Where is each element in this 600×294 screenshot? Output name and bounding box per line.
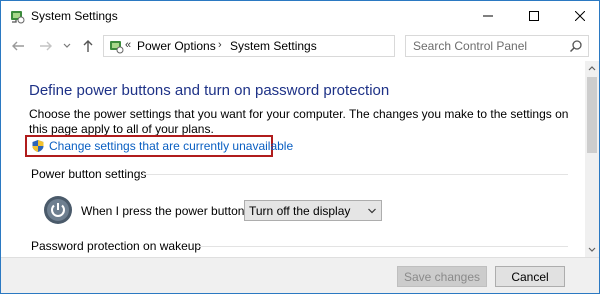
up-button[interactable] xyxy=(79,37,97,55)
maximize-button[interactable] xyxy=(511,1,557,31)
power-options-icon xyxy=(110,41,124,54)
page-description: Choose the power settings that you want … xyxy=(29,107,569,136)
power-button-action-select[interactable]: Turn off the display xyxy=(244,200,382,221)
system-settings-window: System Settings « Power Options › System… xyxy=(0,0,600,294)
scroll-down-button[interactable] xyxy=(585,243,599,257)
search-placeholder: Search Control Panel xyxy=(413,39,528,53)
power-button-icon xyxy=(44,196,72,224)
scroll-up-button[interactable] xyxy=(585,61,599,75)
content-area: Define power buttons and turn on passwor… xyxy=(1,61,585,257)
password-protection-heading: Password protection on wakeup xyxy=(31,239,202,253)
arrow-up-icon xyxy=(83,40,93,52)
power-options-icon xyxy=(11,11,25,24)
change-settings-link-text[interactable]: Change settings that are currently unava… xyxy=(49,139,293,153)
chevron-down-icon xyxy=(368,208,376,214)
close-icon xyxy=(575,11,585,21)
page-title: Define power buttons and turn on passwor… xyxy=(29,82,390,99)
power-button-action-value: Turn off the display xyxy=(249,204,351,218)
search-input[interactable]: Search Control Panel xyxy=(405,35,589,57)
cancel-button[interactable]: Cancel xyxy=(495,266,565,287)
arrow-right-icon xyxy=(40,41,52,51)
close-button[interactable] xyxy=(557,1,599,31)
breadcrumb-system-settings[interactable]: System Settings xyxy=(230,39,317,53)
address-bar[interactable]: « Power Options › System Settings xyxy=(103,35,491,57)
address-overflow-marker[interactable]: « xyxy=(125,39,131,51)
save-changes-button[interactable]: Save changes xyxy=(397,266,487,287)
maximize-icon xyxy=(529,11,539,21)
power-button-label: When I press the power button: xyxy=(81,204,248,218)
forward-button[interactable] xyxy=(37,37,55,55)
section-divider xyxy=(197,246,568,247)
search-icon[interactable] xyxy=(569,39,583,53)
scroll-thumb[interactable] xyxy=(587,77,597,153)
breadcrumb-separator[interactable]: › xyxy=(218,39,222,51)
window-title: System Settings xyxy=(31,9,118,23)
chevron-up-icon xyxy=(588,66,596,71)
change-settings-link[interactable]: Change settings that are currently unava… xyxy=(25,135,293,157)
uac-shield-icon xyxy=(32,140,44,152)
power-button-settings-heading: Power button settings xyxy=(31,167,147,181)
arrow-left-icon xyxy=(12,41,24,51)
navigation-bar: « Power Options › System Settings Search… xyxy=(1,31,599,61)
breadcrumb-power-options[interactable]: Power Options xyxy=(137,39,216,53)
minimize-button[interactable] xyxy=(465,1,511,31)
chevron-down-icon xyxy=(588,247,596,252)
recent-locations-button[interactable] xyxy=(61,37,73,55)
chevron-down-icon xyxy=(63,43,71,48)
section-divider xyxy=(143,174,568,175)
back-button[interactable] xyxy=(9,37,27,55)
minimize-icon xyxy=(483,15,493,17)
dialog-footer: Save changes Cancel xyxy=(1,257,599,293)
vertical-scrollbar[interactable] xyxy=(585,61,599,257)
title-bar: System Settings xyxy=(1,1,599,31)
